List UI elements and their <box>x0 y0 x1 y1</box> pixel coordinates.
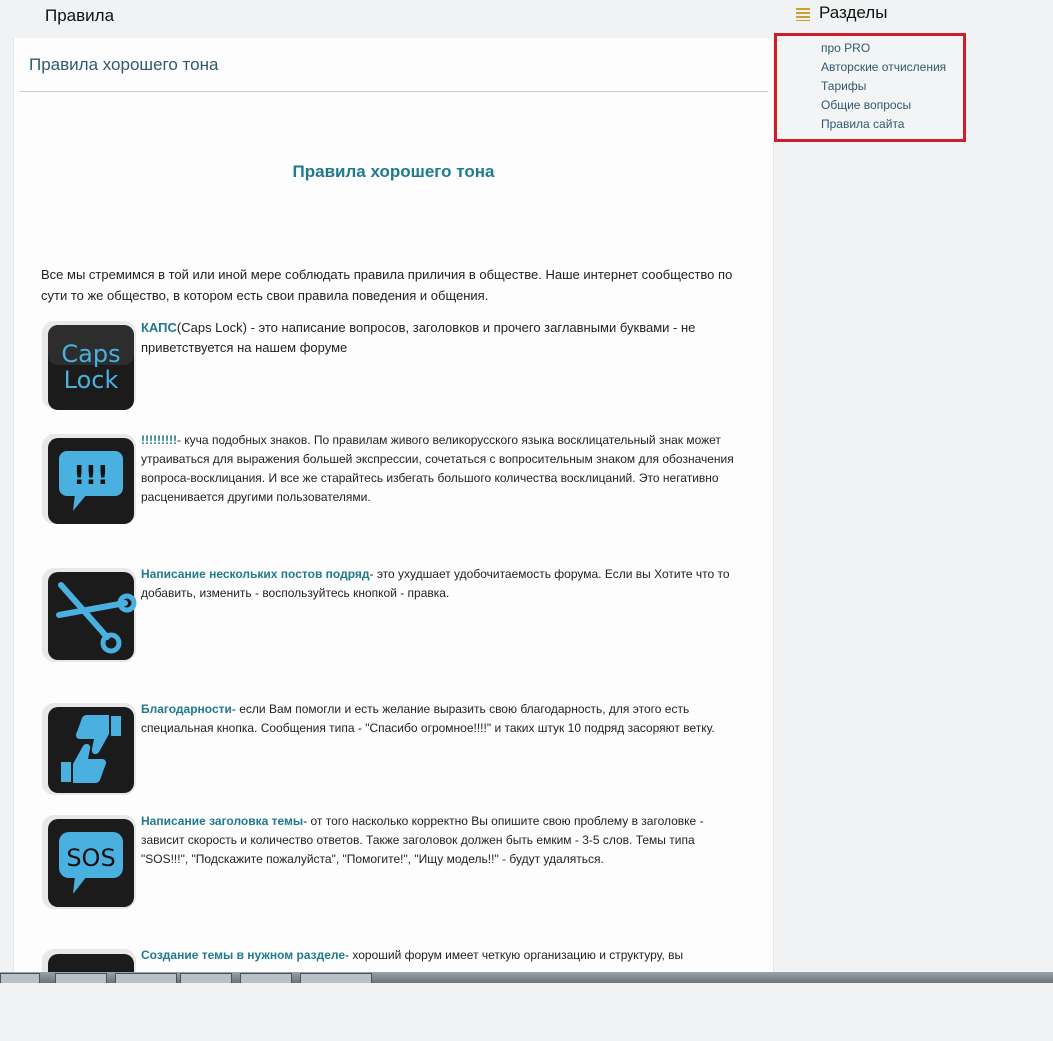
sos-bubble-icon: SOS <box>39 812 139 909</box>
sidebar-item-pro[interactable]: про PRO <box>821 39 946 58</box>
svg-text:Lock: Lock <box>64 366 119 394</box>
sidebar-item-tariffs[interactable]: Тарифы <box>821 77 946 96</box>
rule-title: Благодарности <box>141 702 232 716</box>
sidebar-item-general[interactable]: Общие вопросы <box>821 96 946 115</box>
panel-title: Правила хорошего тона <box>29 55 219 74</box>
svg-text:Caps: Caps <box>61 340 120 368</box>
rule-text: Благодарности- если Вам помогли и есть ж… <box>141 700 741 738</box>
main-panel: Правила хорошего тона Правила хорошего т… <box>13 38 774 994</box>
taskbar-button[interactable] <box>115 973 177 983</box>
sections-menu: про PRO Авторские отчисления Тарифы Общи… <box>774 33 966 142</box>
rule-description: (Caps Lock) - это написание вопросов, за… <box>141 320 696 355</box>
rule-text: КАПС(Caps Lock) - это написание вопросов… <box>141 318 741 358</box>
taskbar-button[interactable] <box>0 973 40 983</box>
rule-text: !!!!!!!!!- куча подобных знаков. По прав… <box>141 431 741 507</box>
taskbar-button[interactable] <box>300 973 372 983</box>
sidebar-item-label[interactable]: Правила сайта <box>821 117 904 131</box>
sidebar-item-label[interactable]: Общие вопросы <box>821 98 911 112</box>
rule-title: Написание нескольких постов подряд <box>141 567 370 581</box>
rule-text: Написание нескольких постов подряд- это … <box>141 565 741 603</box>
rule-title: Написание заголовка темы <box>141 814 304 828</box>
rule-title: КАПС <box>141 320 177 335</box>
sections-list: про PRO Авторские отчисления Тарифы Общи… <box>821 39 946 134</box>
divider <box>20 91 768 92</box>
taskbar <box>0 972 1053 983</box>
intro-text: Все мы стремимся в той или иной мере соб… <box>41 267 733 303</box>
sidebar-item-label[interactable]: Авторские отчисления <box>821 60 946 74</box>
sidebar-item-label[interactable]: про PRO <box>821 41 870 55</box>
taskbar-button[interactable] <box>180 973 232 983</box>
rule-description: - хороший форум имеет четкую организацию… <box>345 948 684 962</box>
sidebar-item-royalties[interactable]: Авторские отчисления <box>821 58 946 77</box>
exclamation-bubble-icon: !!! <box>39 431 139 526</box>
svg-text:!!!: !!! <box>73 461 109 491</box>
caps-lock-icon: Caps Lock <box>39 318 139 413</box>
sidebar-header: Разделы <box>796 3 887 23</box>
page-title: Правила <box>45 6 115 25</box>
rule-text: Создание темы в нужном разделе- хороший … <box>141 946 741 965</box>
forum-icon <box>39 946 139 1041</box>
svg-text:SOS: SOS <box>66 844 115 872</box>
taskbar-button[interactable] <box>240 973 292 983</box>
rule-text: Написание заголовка темы- от того наскол… <box>141 812 741 869</box>
thumbs-up-down-icon <box>39 700 139 795</box>
list-icon <box>796 6 810 21</box>
scissors-icon <box>39 565 139 662</box>
article-title: Правила хорошего тона <box>292 162 495 181</box>
taskbar-button[interactable] <box>55 973 107 983</box>
rule-title: Создание темы в нужном разделе <box>141 948 346 962</box>
sidebar-item-label[interactable]: Тарифы <box>821 79 866 93</box>
sidebar-title: Разделы <box>819 3 888 22</box>
rule-title: !!!!!!!!! <box>141 433 177 447</box>
sidebar-item-rules[interactable]: Правила сайта <box>821 115 946 134</box>
rule-description: - куча подобных знаков. По правилам живо… <box>141 433 734 504</box>
